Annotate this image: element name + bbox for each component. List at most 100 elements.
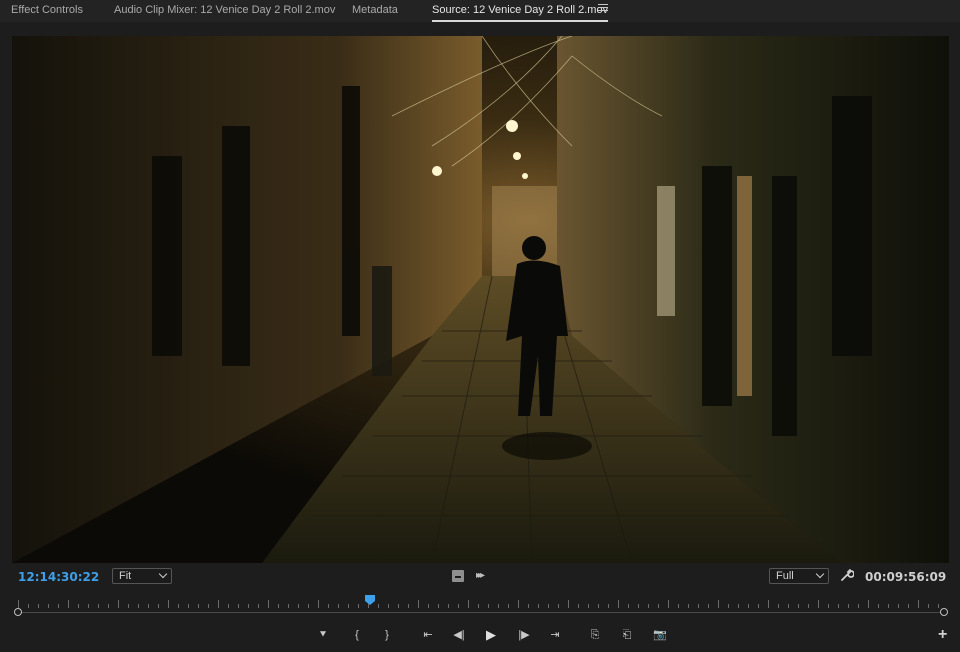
ruler-tick: [818, 600, 819, 608]
ruler-baseline: [18, 612, 943, 613]
add-marker-button[interactable]: ⯆: [316, 628, 330, 642]
ruler-tick: [78, 604, 79, 608]
ruler-tick: [828, 604, 829, 608]
ruler-tick: [278, 604, 279, 608]
ruler-tick: [858, 604, 859, 608]
ruler-tick: [348, 604, 349, 608]
ruler-tick: [98, 604, 99, 608]
export-frame-button[interactable]: 📷: [653, 628, 667, 642]
ruler-tick: [518, 600, 519, 608]
tab-source[interactable]: Source: 12 Venice Day 2 Roll 2.mov: [432, 4, 608, 16]
ruler-tick: [928, 604, 929, 608]
ruler-tick: [198, 604, 199, 608]
out-point-handle[interactable]: [940, 608, 948, 616]
ruler-tick: [398, 604, 399, 608]
ruler-tick: [738, 604, 739, 608]
fast-forward-icon[interactable]: ▸▸▸: [476, 570, 485, 581]
ruler-tick: [778, 604, 779, 608]
panel-tab-bar: Effect Controls Audio Clip Mixer: 12 Ven…: [0, 0, 960, 22]
ruler-tick: [138, 604, 139, 608]
tab-effect-controls[interactable]: Effect Controls: [11, 4, 83, 16]
ruler-tick: [118, 600, 119, 608]
ruler-tick: [408, 604, 409, 608]
ruler-tick: [448, 604, 449, 608]
ruler-tick: [628, 604, 629, 608]
ruler-tick: [438, 604, 439, 608]
time-ruler[interactable]: [18, 596, 943, 613]
ruler-tick: [658, 604, 659, 608]
tab-metadata[interactable]: Metadata: [352, 4, 398, 16]
ruler-tick: [848, 604, 849, 608]
settings-icon[interactable]: [452, 570, 464, 582]
ruler-tick: [708, 604, 709, 608]
zoom-level-select[interactable]: Fit: [112, 568, 172, 584]
ruler-tick: [288, 604, 289, 608]
ruler-tick: [838, 604, 839, 608]
ruler-tick: [888, 604, 889, 608]
current-timecode[interactable]: 12:14:30:22: [18, 570, 99, 584]
ruler-tick: [128, 604, 129, 608]
ruler-tick: [248, 604, 249, 608]
ruler-tick: [878, 604, 879, 608]
ruler-tick: [788, 604, 789, 608]
ruler-tick: [228, 604, 229, 608]
ruler-tick: [298, 604, 299, 608]
ruler-tick: [468, 600, 469, 608]
duration-timecode: 00:09:56:09: [865, 570, 947, 584]
ruler-tick: [108, 604, 109, 608]
source-video-frame[interactable]: [12, 36, 949, 563]
mark-in-button[interactable]: {: [350, 628, 364, 642]
step-forward-button[interactable]: |▶: [517, 628, 531, 642]
insert-button[interactable]: ⎘: [588, 628, 602, 642]
go-to-out-button[interactable]: ⇥: [548, 628, 562, 642]
go-to-in-button[interactable]: ⇤: [421, 628, 435, 642]
play-button[interactable]: ▶: [484, 628, 498, 642]
ruler-tick: [578, 604, 579, 608]
ruler-tick: [48, 604, 49, 608]
ruler-tick: [428, 604, 429, 608]
plus-icon[interactable]: +: [938, 627, 947, 643]
ruler-tick: [678, 604, 679, 608]
hamburger-menu-icon[interactable]: [598, 4, 608, 14]
ruler-tick: [758, 604, 759, 608]
zoom-level-value: Fit: [119, 570, 132, 582]
ruler-tick: [238, 604, 239, 608]
ruler-tick: [768, 600, 769, 608]
ruler-tick: [808, 604, 809, 608]
ruler-tick: [88, 604, 89, 608]
chevron-down-icon: [815, 569, 825, 579]
ruler-tick: [548, 604, 549, 608]
in-point-handle[interactable]: [14, 608, 22, 616]
chevron-down-icon: [158, 569, 168, 579]
playhead[interactable]: [364, 595, 375, 605]
playback-resolution-select[interactable]: Full: [769, 568, 829, 584]
tab-audio-clip-mixer[interactable]: Audio Clip Mixer: 12 Venice Day 2 Roll 2…: [114, 4, 335, 16]
wrench-icon[interactable]: [840, 568, 854, 582]
ruler-tick: [508, 604, 509, 608]
ruler-tick: [898, 604, 899, 608]
ruler-tick: [688, 604, 689, 608]
ruler-tick: [938, 604, 939, 608]
ruler-tick: [178, 604, 179, 608]
ruler-tick: [568, 600, 569, 608]
ruler-tick: [718, 600, 719, 608]
ruler-tick: [258, 604, 259, 608]
ruler-tick: [158, 604, 159, 608]
ruler-tick: [18, 600, 19, 608]
mark-out-button[interactable]: }: [380, 628, 394, 642]
ruler-tick: [208, 604, 209, 608]
transport-controls: ⯆ {} ⇤ ◀| ▶ |▶ ⇥ ⎘ ⎗ 📷: [0, 628, 960, 642]
ruler-tick: [388, 604, 389, 608]
overwrite-button[interactable]: ⎗: [620, 628, 634, 642]
ruler-tick: [328, 604, 329, 608]
ruler-tick: [728, 604, 729, 608]
ruler-tick: [648, 604, 649, 608]
ruler-tick: [358, 604, 359, 608]
ruler-tick: [558, 604, 559, 608]
ruler-tick: [538, 604, 539, 608]
video-frame-image: [12, 36, 949, 563]
ruler-tick: [268, 600, 269, 608]
ruler-tick: [458, 604, 459, 608]
ruler-tick: [68, 600, 69, 608]
step-back-button[interactable]: ◀|: [452, 628, 466, 642]
